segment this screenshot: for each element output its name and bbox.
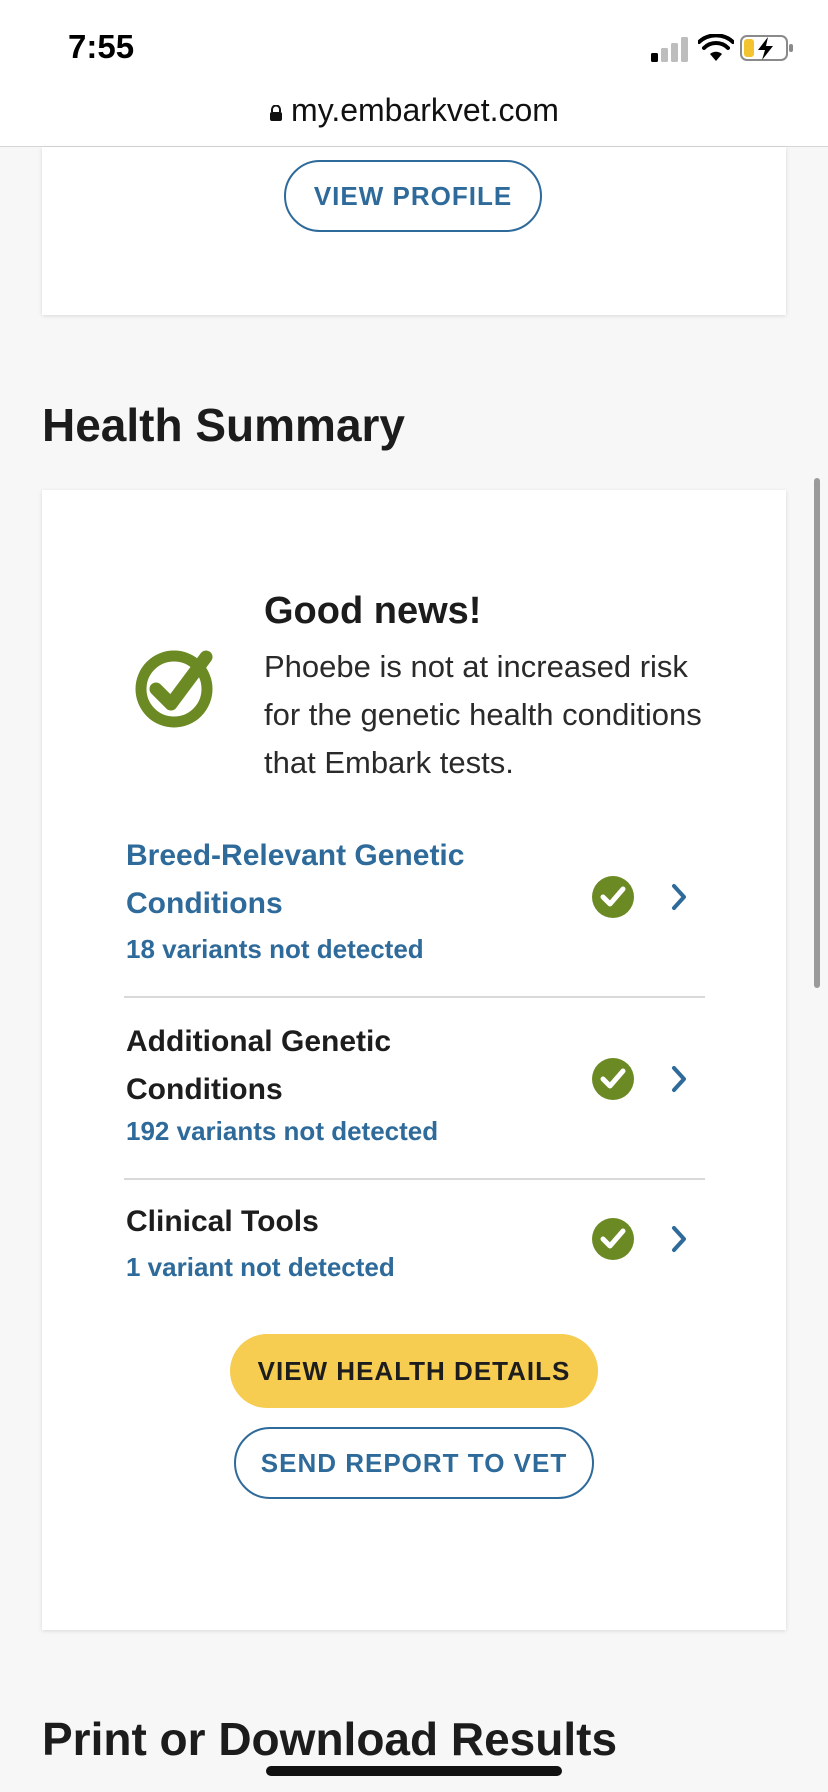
lock-icon [270, 104, 283, 121]
send-report-to-vet-button[interactable]: SEND REPORT TO VET [234, 1427, 594, 1499]
check-circle-icon [592, 1058, 634, 1100]
condition-subtitle: 1 variant not detected [126, 1252, 395, 1282]
print-download-title: Print or Download Results [42, 1713, 618, 1765]
status-time: 7:55 [68, 28, 135, 65]
condition-title: Breed-Relevant Genetic Conditions [126, 839, 465, 920]
condition-row-additional[interactable]: Additional Genetic Conditions 192 varian… [124, 996, 705, 1180]
url-text: my.embarkvet.com [291, 92, 559, 128]
home-indicator[interactable] [266, 1766, 562, 1776]
view-health-details-button[interactable]: VIEW HEALTH DETAILS [230, 1334, 598, 1408]
good-news-message: Phoebe is not at increased risk for the … [264, 649, 702, 780]
condition-row-clinical-tools[interactable]: Clinical Tools 1 variant not detected [124, 1178, 705, 1298]
chevron-right-icon [672, 1066, 686, 1092]
view-profile-button[interactable]: VIEW PROFILE [284, 160, 542, 232]
condition-subtitle: 18 variants not detected [126, 934, 424, 964]
signal-icon [651, 37, 688, 62]
condition-title: Additional Genetic Conditions [126, 1025, 392, 1106]
browser-url-bar[interactable]: my.embarkvet.com [0, 90, 828, 147]
check-circle-icon [592, 1218, 634, 1260]
chevron-right-icon [672, 884, 686, 910]
scrollbar[interactable] [814, 478, 820, 988]
good-news-headline: Good news! [264, 590, 482, 632]
chevron-right-icon [672, 1226, 686, 1252]
check-circle-icon [592, 876, 634, 918]
status-bar: 7:55 [0, 0, 828, 96]
check-circle-icon [135, 650, 213, 728]
condition-subtitle: 192 variants not detected [126, 1116, 439, 1146]
battery-charging-icon [740, 35, 793, 61]
wifi-icon [698, 34, 734, 61]
health-summary-title: Health Summary [42, 399, 406, 451]
url-row: my.embarkvet.com [0, 92, 828, 129]
condition-title: Clinical Tools [126, 1205, 319, 1238]
condition-row-breed-relevant[interactable]: Breed-Relevant Genetic Conditions 18 var… [124, 832, 705, 998]
